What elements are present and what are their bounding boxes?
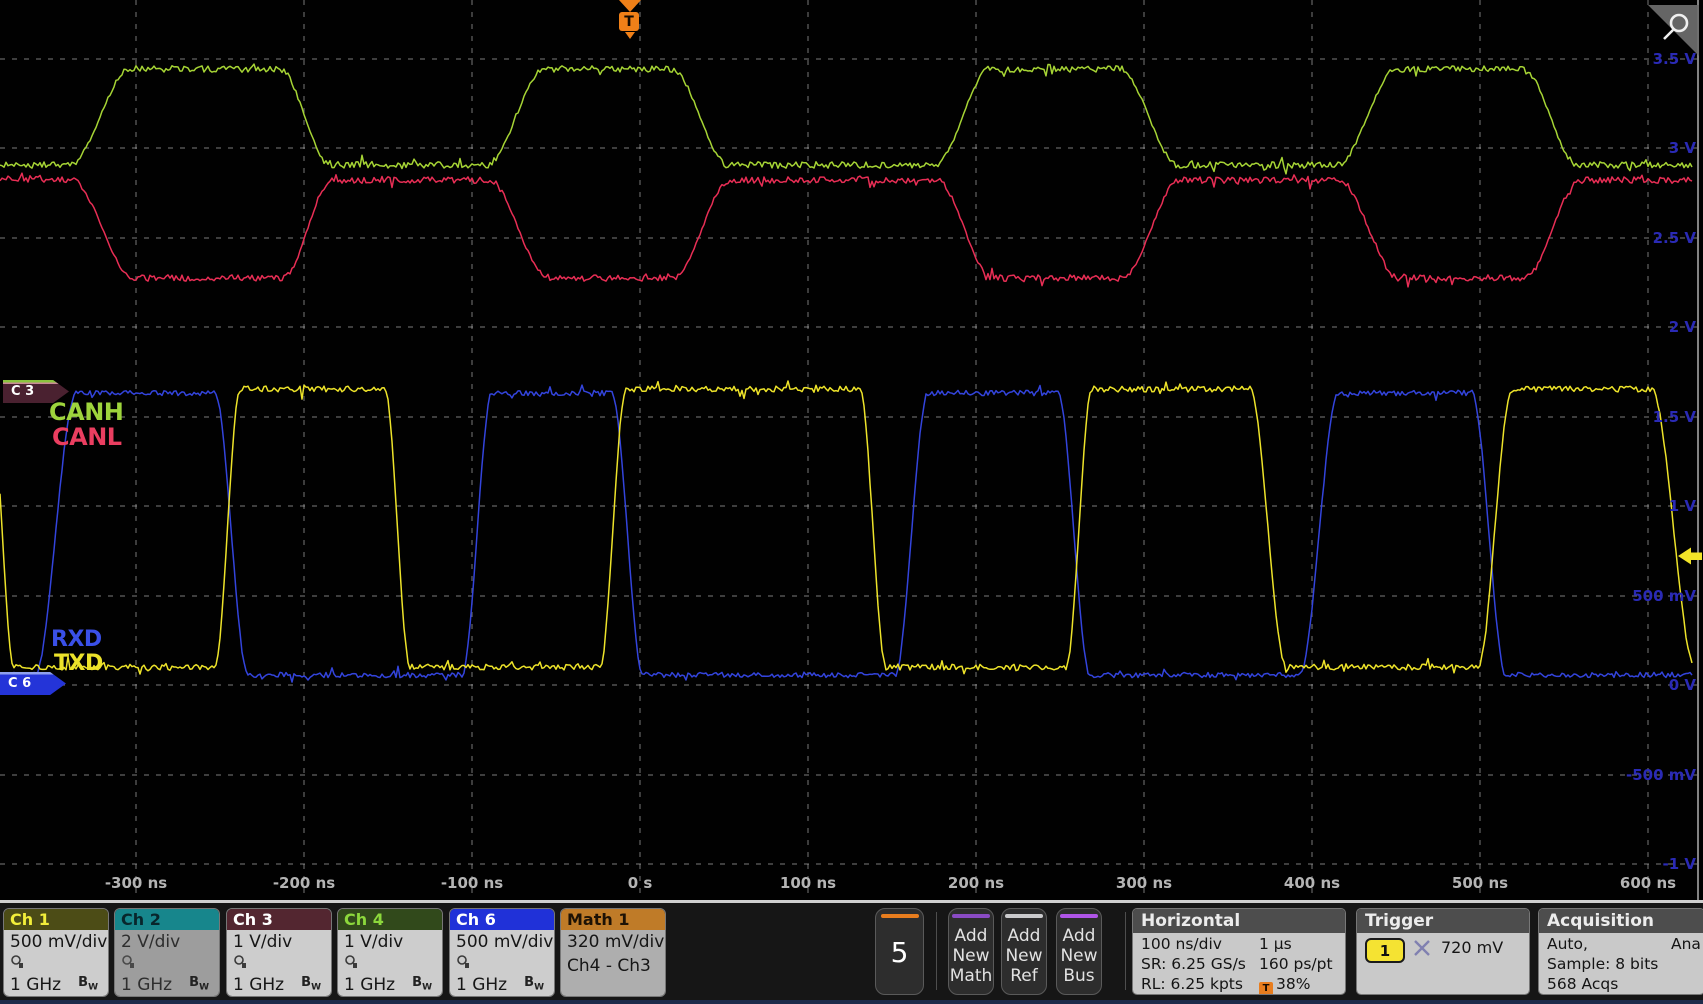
acquisition-mode: Auto, bbox=[1547, 935, 1588, 953]
separator bbox=[1125, 912, 1126, 990]
acquisition-panel-title: Acquisition bbox=[1539, 909, 1703, 933]
acquisition-settings-panel[interactable]: Acquisition Auto, Ana Sample: 8 bits 568… bbox=[1538, 908, 1703, 995]
trigger-source-badge: 1 bbox=[1365, 938, 1405, 963]
horizontal-trigger-position: T38% bbox=[1259, 975, 1310, 995]
add-new-ref-button[interactable]: Add New Ref bbox=[1001, 908, 1047, 995]
bottom-settings-bar: Ch 1 500 mV/div 1 GHz BW Ch 2 2 V/div 1 … bbox=[0, 900, 1703, 1004]
trigger-level: 720 mV bbox=[1441, 938, 1503, 957]
screen-bottom-edge bbox=[0, 1000, 1703, 1004]
add-new-ref-label: Add New Ref bbox=[1005, 926, 1042, 986]
probe-icon bbox=[10, 954, 26, 970]
ref-accent-bar bbox=[1005, 914, 1043, 918]
overlay-accent-bar bbox=[881, 914, 919, 918]
add-new-bus-label: Add New Bus bbox=[1060, 926, 1097, 986]
channel-3-badge[interactable]: Ch 3 1 V/div 1 GHz BW bbox=[226, 908, 332, 997]
horizontal-duration: 1 µs bbox=[1259, 935, 1292, 953]
channel-2-bandwidth: 1 GHz bbox=[121, 975, 172, 995]
bus-accent-bar bbox=[1060, 914, 1098, 918]
draw-zoom-box-button[interactable] bbox=[0, 0, 1703, 70]
math-1-name: Math 1 bbox=[561, 909, 665, 930]
horizontal-sample-rate: SR: 6.25 GS/s bbox=[1141, 955, 1246, 973]
horizontal-panel-title: Horizontal bbox=[1133, 909, 1345, 933]
channel-2-badge[interactable]: Ch 2 2 V/div 1 GHz BW bbox=[114, 908, 220, 997]
overlay-waveform-count-button[interactable]: 5 bbox=[875, 908, 924, 995]
trigger-settings-panel[interactable]: Trigger 1 720 mV bbox=[1356, 908, 1530, 995]
trigger-level-arrow-icon[interactable] bbox=[0, 0, 1703, 900]
horizontal-record-length: RL: 6.25 kpts bbox=[1141, 975, 1243, 993]
channel-4-badge[interactable]: Ch 4 1 V/div 1 GHz BW bbox=[337, 908, 443, 997]
trigger-panel-title: Trigger bbox=[1357, 909, 1529, 933]
math-1-badge[interactable]: Math 1 320 mV/div Ch4 - Ch3 bbox=[560, 908, 666, 997]
oscilloscope-screen: C 3 C 6 CANH CANL RXD TXD 3.5 V3 V2.5 V2… bbox=[0, 0, 1703, 1004]
horizontal-settings-panel[interactable]: Horizontal 100 ns/div 1 µs SR: 6.25 GS/s… bbox=[1132, 908, 1346, 995]
math-1-scale: 320 mV/div bbox=[567, 932, 665, 952]
channel-1-bandwidth: 1 GHz bbox=[10, 975, 61, 995]
channel-3-name: Ch 3 bbox=[227, 909, 331, 930]
overlay-count: 5 bbox=[891, 936, 909, 969]
channel-1-name: Ch 1 bbox=[4, 909, 108, 930]
probe-icon bbox=[344, 954, 360, 970]
math-1-source: Ch4 - Ch3 bbox=[567, 956, 665, 976]
channel-6-badge[interactable]: Ch 6 500 mV/div 1 GHz BW bbox=[449, 908, 555, 997]
channel-6-scale: 500 mV/div bbox=[456, 932, 554, 952]
bandwidth-limit-icon: BW bbox=[301, 975, 321, 993]
separator bbox=[936, 912, 937, 990]
probe-icon bbox=[456, 954, 472, 970]
channel-4-scale: 1 V/div bbox=[344, 932, 442, 952]
bandwidth-limit-icon: BW bbox=[412, 975, 432, 993]
horizontal-resolution: 160 ps/pt bbox=[1259, 955, 1333, 973]
acquisition-sample-bits: Sample: 8 bits bbox=[1547, 955, 1658, 973]
bandwidth-limit-icon: BW bbox=[189, 975, 209, 993]
horizontal-scale: 100 ns/div bbox=[1141, 935, 1222, 953]
acquisition-mode-extra: Ana bbox=[1671, 935, 1701, 953]
add-new-bus-button[interactable]: Add New Bus bbox=[1056, 908, 1102, 995]
channel-2-scale: 2 V/div bbox=[121, 932, 219, 952]
channel-2-name: Ch 2 bbox=[115, 909, 219, 930]
bar-separator-line bbox=[0, 900, 1703, 903]
bandwidth-limit-icon: BW bbox=[524, 975, 544, 993]
math-accent-bar bbox=[952, 914, 990, 918]
add-new-math-label: Add New Math bbox=[950, 926, 993, 986]
channel-1-scale: 500 mV/div bbox=[10, 932, 108, 952]
add-new-math-button[interactable]: Add New Math bbox=[948, 908, 994, 995]
acquisition-count: 568 Acqs bbox=[1547, 975, 1618, 993]
channel-6-name: Ch 6 bbox=[450, 909, 554, 930]
bandwidth-limit-icon: BW bbox=[78, 975, 98, 993]
probe-icon bbox=[233, 954, 249, 970]
trigger-flag-icon: T bbox=[1259, 982, 1273, 995]
channel-4-name: Ch 4 bbox=[338, 909, 442, 930]
channel-4-bandwidth: 1 GHz bbox=[344, 975, 395, 995]
probe-icon bbox=[121, 954, 137, 970]
either-edge-icon bbox=[1413, 939, 1431, 957]
channel-3-bandwidth: 1 GHz bbox=[233, 975, 284, 995]
channel-3-scale: 1 V/div bbox=[233, 932, 331, 952]
channel-6-bandwidth: 1 GHz bbox=[456, 975, 507, 995]
channel-1-badge[interactable]: Ch 1 500 mV/div 1 GHz BW bbox=[3, 908, 109, 997]
